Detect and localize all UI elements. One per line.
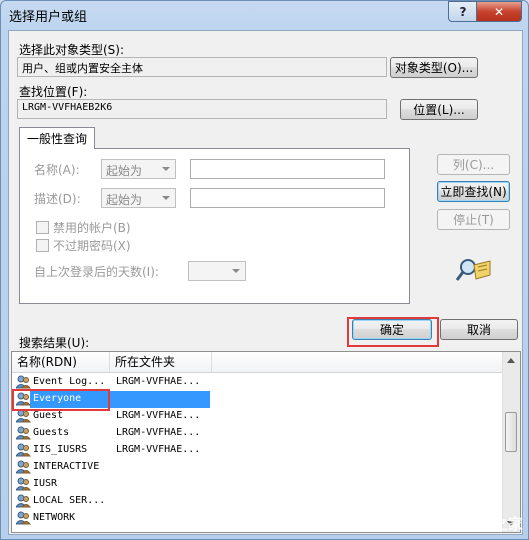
columns-button[interactable]: 列(C)... — [437, 154, 510, 175]
name-mode-select[interactable]: 起始为 — [101, 159, 176, 179]
results-scrollbar[interactable] — [502, 352, 520, 532]
object-types-button[interactable]: 对象类型(O)... — [390, 57, 478, 78]
description-mode-value: 起始为 — [106, 193, 143, 207]
description-label: 描述(D): — [34, 192, 81, 206]
checkbox-box — [36, 239, 49, 252]
query-panel: 名称(A): 起始为 描述(D): 起始为 禁用的帐户(B) 不过期密码(X) … — [19, 148, 410, 304]
table-row[interactable]: IUSR — [14, 476, 504, 493]
no-expire-password-checkbox[interactable]: 不过期密码(X) — [36, 237, 131, 254]
find-now-button[interactable]: 立即查找(N) — [437, 181, 510, 202]
dialog-window: 选择用户或组 ? ✕ 选择此对象类型(S): 用户、组或内置安全主体 对象类型(… — [0, 0, 529, 540]
dialog-client: 选择此对象类型(S): 用户、组或内置安全主体 对象类型(O)... 查找位置(… — [8, 30, 523, 535]
table-row[interactable]: Everyone — [14, 391, 504, 408]
user-group-icon — [16, 409, 31, 423]
window-title: 选择用户或组 — [9, 10, 88, 25]
table-row[interactable]: IIS_IUSRS LRGM-VVFHAE... — [14, 442, 504, 459]
column-header-folder[interactable]: 所在文件夹 — [110, 352, 212, 372]
row-name: LOCAL SER... — [33, 495, 106, 506]
locations-button[interactable]: 位置(L)... — [400, 99, 478, 120]
row-name: Everyone — [33, 393, 82, 404]
name-label: 名称(A): — [34, 163, 80, 177]
row-name: Event Log... — [33, 376, 106, 387]
disabled-accounts-label: 禁用的帐户(B) — [53, 221, 131, 235]
days-since-logon-select[interactable] — [188, 261, 246, 281]
row-name: NETWORK — [33, 512, 76, 523]
row-folder: LRGM-VVFHAE... — [116, 376, 201, 387]
user-group-icon — [16, 375, 31, 389]
scroll-up-icon[interactable] — [507, 358, 515, 363]
name-input[interactable] — [190, 159, 385, 179]
user-group-icon — [16, 392, 31, 406]
row-name: Guests — [33, 427, 70, 438]
chevron-down-icon — [162, 196, 170, 200]
row-folder: LRGM-VVFHAE... — [116, 444, 201, 455]
user-group-icon — [16, 494, 31, 508]
search-icon — [456, 259, 491, 281]
table-row[interactable]: Guest LRGM-VVFHAE... — [14, 408, 504, 425]
user-group-icon — [16, 460, 31, 474]
checkbox-box — [36, 221, 49, 234]
row-name: Guest — [33, 410, 64, 421]
results-header: 名称(RDN) 所在文件夹 — [12, 352, 520, 373]
scroll-thumb[interactable] — [505, 412, 517, 452]
location-field: LRGM-VVFHAEB2K6 — [17, 99, 387, 119]
object-type-field: 用户、组或内置安全主体 — [17, 57, 387, 77]
no-expire-password-label: 不过期密码(X) — [53, 239, 131, 253]
help-button[interactable]: ? — [448, 1, 478, 22]
row-name: IIS_IUSRS — [33, 444, 88, 455]
description-mode-select[interactable]: 起始为 — [101, 188, 176, 208]
row-folder: LRGM-VVFHAE... — [116, 427, 201, 438]
stop-button[interactable]: 停止(T) — [437, 209, 510, 230]
description-input[interactable] — [190, 188, 385, 208]
user-group-icon — [16, 443, 31, 457]
row-folder: LRGM-VVFHAE... — [116, 410, 201, 421]
watermark: 系统之家 — [462, 515, 523, 533]
days-since-logon-label: 自上次登录后的天数(I): — [34, 265, 159, 279]
table-row[interactable]: LOCAL SER... — [14, 493, 504, 510]
search-results-label: 搜索结果(U): — [19, 336, 90, 350]
cancel-button[interactable]: 取消 — [440, 319, 518, 340]
name-mode-value: 起始为 — [106, 164, 143, 178]
row-name: INTERACTIVE — [33, 461, 100, 472]
column-header-name[interactable]: 名称(RDN) — [12, 352, 110, 372]
tab-general-query[interactable]: 一般性查询 — [19, 127, 95, 149]
table-row[interactable]: Event Log... LRGM-VVFHAE... — [14, 374, 504, 391]
user-group-icon — [16, 426, 31, 440]
chevron-down-icon — [162, 167, 170, 171]
location-label: 查找位置(F): — [19, 85, 88, 99]
table-row[interactable]: INTERACTIVE — [14, 459, 504, 476]
object-type-label: 选择此对象类型(S): — [19, 43, 125, 57]
disabled-accounts-checkbox[interactable]: 禁用的帐户(B) — [36, 219, 131, 236]
chevron-down-icon — [232, 269, 240, 273]
table-row[interactable]: NETWORK — [14, 510, 504, 527]
close-button[interactable]: ✕ — [476, 1, 522, 22]
ok-button[interactable]: 确定 — [352, 319, 432, 340]
search-results-list: 名称(RDN) 所在文件夹 Event Log... LRGM-VVFHAE...… — [11, 351, 521, 533]
table-row[interactable]: Guests LRGM-VVFHAE... — [14, 425, 504, 442]
user-group-icon — [16, 477, 31, 491]
user-group-icon — [16, 511, 31, 525]
row-name: IUSR — [33, 478, 58, 489]
